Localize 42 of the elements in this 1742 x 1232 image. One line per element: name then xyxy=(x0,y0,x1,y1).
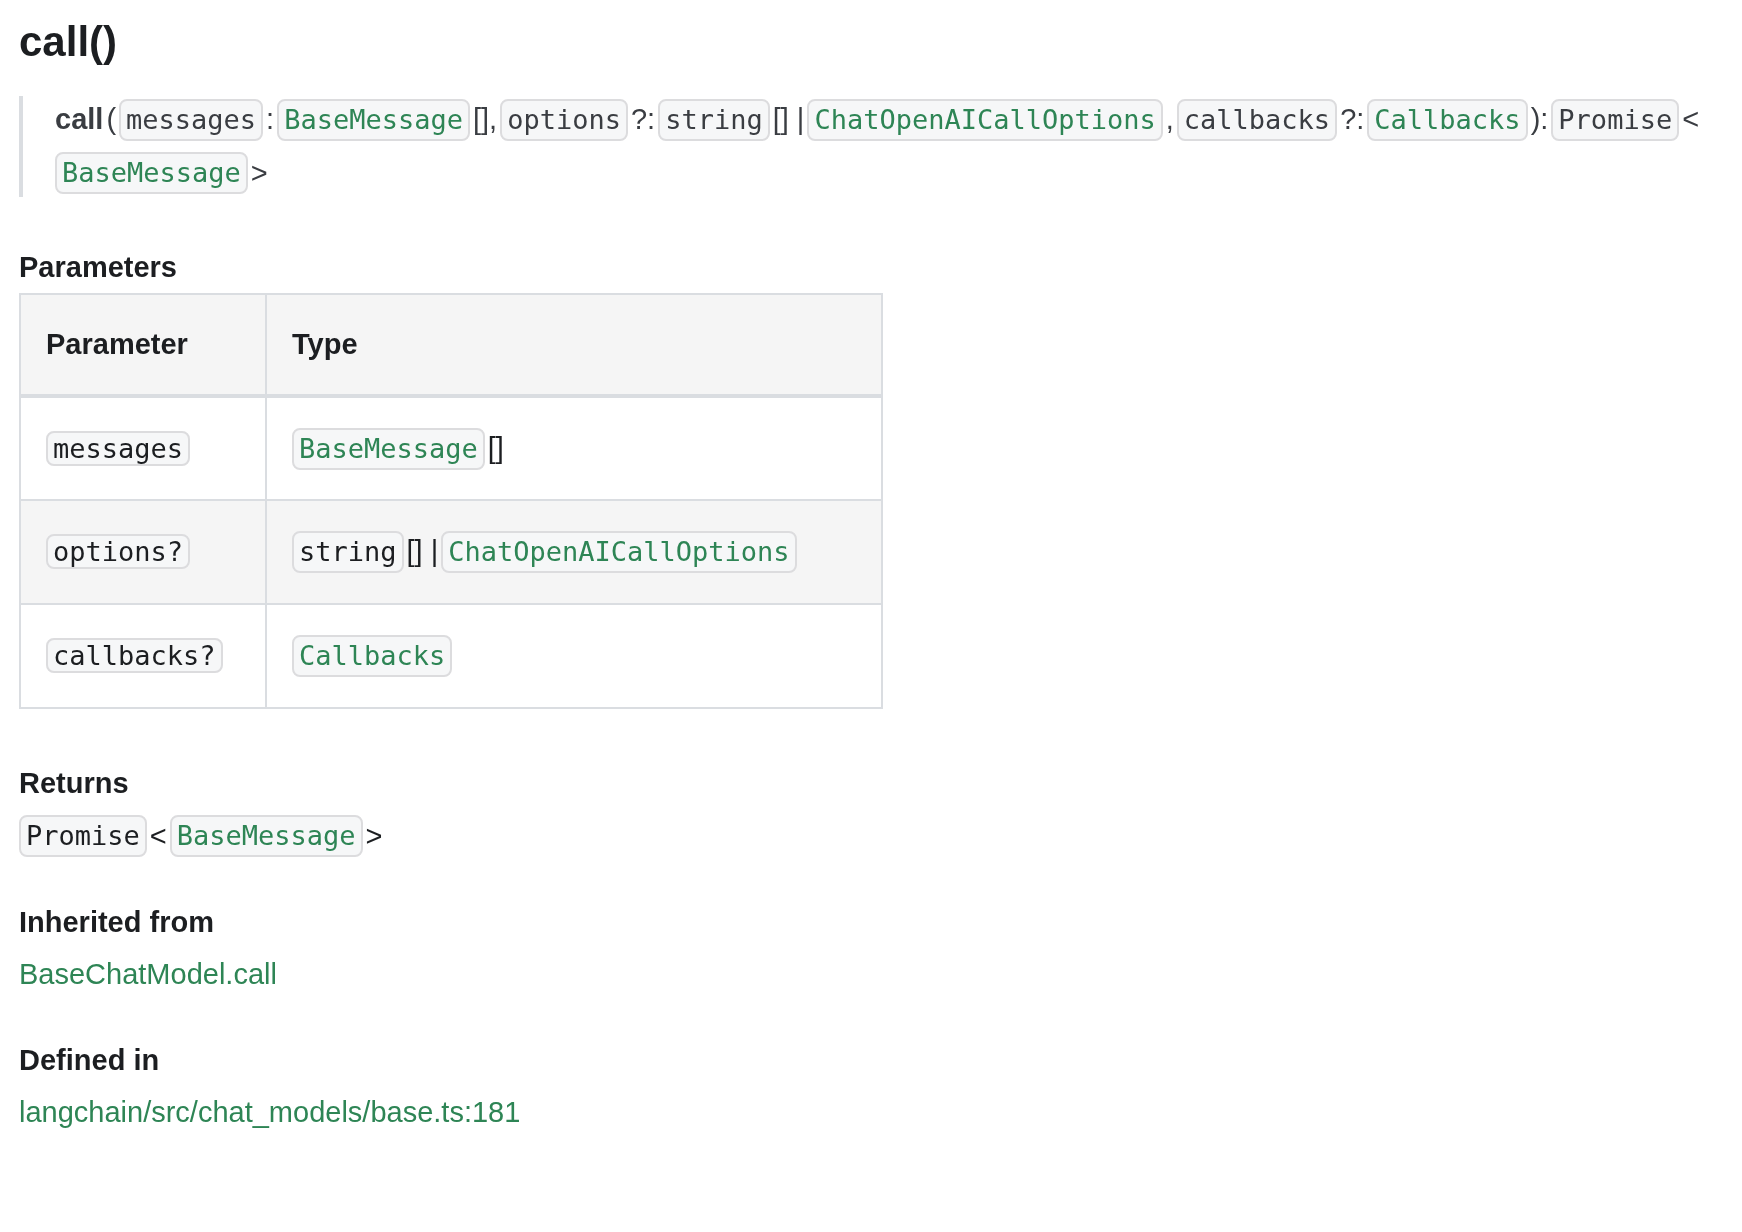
type-link[interactable]: ChatOpenAICallOptions xyxy=(441,531,797,574)
punctuation-text: ): xyxy=(1530,102,1549,137)
section-heading: Returns xyxy=(19,766,130,801)
parameter-name: callbacks? xyxy=(46,638,223,674)
punctuation-text: < xyxy=(1682,102,1700,137)
type-link[interactable]: Callbacks xyxy=(1367,98,1528,141)
punctuation-text: > xyxy=(250,155,268,191)
punctuation-text: ?: xyxy=(630,102,656,137)
code-name: Promise xyxy=(1551,98,1680,141)
code-name: string xyxy=(658,98,770,141)
type-link[interactable]: BaseMessage xyxy=(55,152,248,195)
code-name: messages xyxy=(119,98,264,141)
column-header: Parameter xyxy=(20,294,266,396)
type-link[interactable]: Callbacks xyxy=(292,635,453,678)
type-link[interactable]: BaseMessage xyxy=(277,98,470,141)
code-name: string xyxy=(292,531,404,574)
method-name: call xyxy=(55,102,104,137)
punctuation-text: : xyxy=(266,102,275,137)
type-link[interactable]: BaseMessage xyxy=(292,427,485,470)
type-link[interactable]: BaseMessage xyxy=(169,815,363,857)
punctuation-text: < xyxy=(149,819,167,854)
code-name: Promise xyxy=(19,815,147,857)
method-title: call() xyxy=(19,17,119,67)
parameter-name: messages xyxy=(46,430,191,466)
punctuation-text: [] xyxy=(487,430,504,466)
punctuation-text: [], xyxy=(472,102,498,137)
section-heading: Defined in xyxy=(19,1043,161,1078)
punctuation-text: , xyxy=(1165,102,1174,137)
source-link[interactable]: BaseChatModel.call xyxy=(19,958,277,990)
type-link[interactable]: ChatOpenAICallOptions xyxy=(807,98,1163,141)
code-name: callbacks xyxy=(1176,98,1338,141)
punctuation-text: ?: xyxy=(1340,102,1365,137)
source-link[interactable]: langchain/src/chat_models/base.ts:181 xyxy=(19,1096,521,1128)
punctuation-text: [] | xyxy=(406,534,439,570)
section-heading: Inherited from xyxy=(19,905,215,940)
code-name: options xyxy=(500,98,628,141)
column-header: Type xyxy=(266,294,882,396)
punctuation-text: > xyxy=(365,819,383,854)
parameter-name: options? xyxy=(46,534,191,570)
punctuation-text: ( xyxy=(106,102,117,137)
section-heading: Parameters xyxy=(19,250,178,285)
punctuation-text: [] | xyxy=(772,102,805,137)
